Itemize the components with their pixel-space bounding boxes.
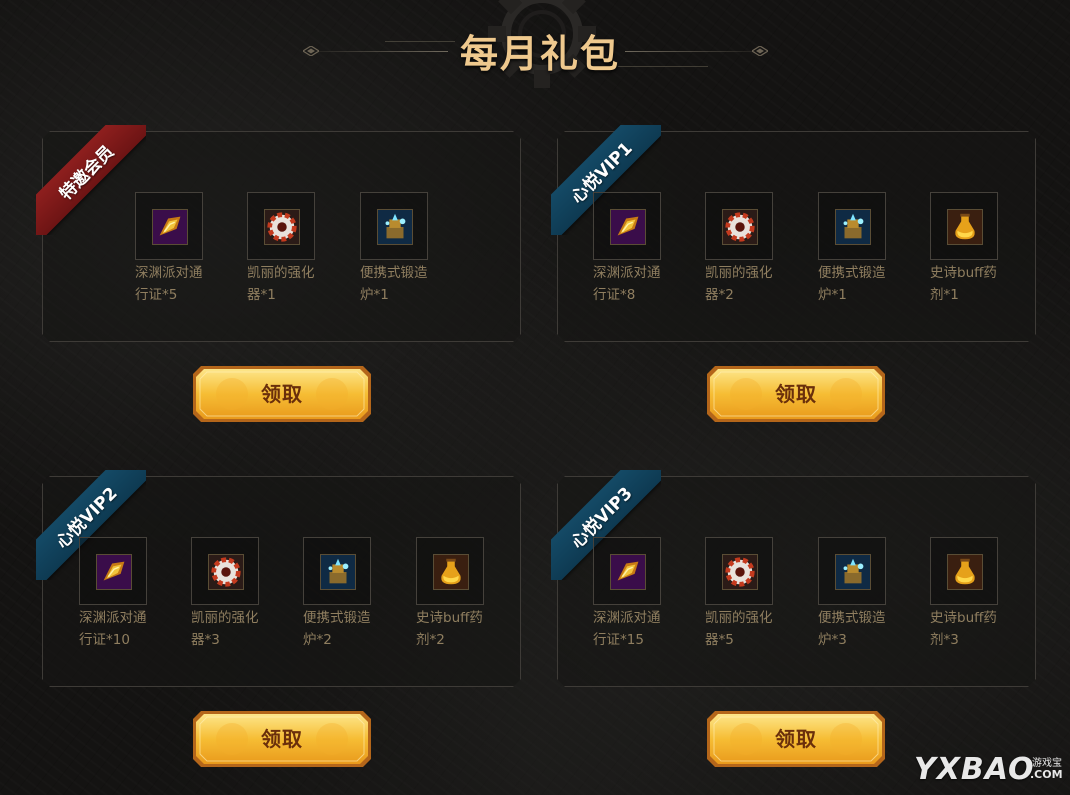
claim-button-label: 领取 — [261, 382, 303, 406]
portable-forge-icon — [835, 209, 871, 245]
item-name: 深渊派对通行证*8 — [593, 265, 661, 303]
item-name: 凯丽的强化器*5 — [705, 610, 773, 648]
site-watermark: YXBAO 游戏宝 .COM — [912, 748, 1070, 792]
tier-label: 特邀会员 — [36, 125, 146, 235]
epic-buff-potion-icon — [947, 209, 983, 245]
item-name: 凯丽的强化器*3 — [191, 610, 259, 648]
reward-item: 凯丽的强化器*3 — [191, 537, 271, 648]
item-name: 便携式锻造炉*1 — [360, 265, 428, 303]
kelly-amplifier-icon — [264, 209, 300, 245]
reward-item: 便携式锻造炉*1 — [818, 192, 898, 303]
abyss-pass-icon — [610, 209, 646, 245]
claim-button[interactable]: 领取 — [706, 365, 886, 423]
claim-button[interactable]: 领取 — [706, 710, 886, 768]
reward-item: 便携式锻造炉*2 — [303, 537, 383, 648]
tier-ribbon: 特邀会员 — [36, 125, 146, 235]
item-slot[interactable] — [247, 192, 315, 260]
diamond-ornament-left-icon — [303, 46, 319, 56]
item-slot[interactable] — [135, 192, 203, 260]
epic-buff-potion-icon — [947, 554, 983, 590]
item-slot[interactable] — [360, 192, 428, 260]
reward-item: 史诗buff药剂*3 — [930, 537, 1010, 648]
item-slot[interactable] — [818, 537, 886, 605]
item-slot[interactable] — [930, 192, 998, 260]
item-name: 史诗buff药剂*2 — [416, 610, 483, 648]
reward-item: 便携式锻造炉*3 — [818, 537, 898, 648]
kelly-amplifier-icon — [722, 554, 758, 590]
item-name: 深渊派对通行证*10 — [79, 610, 147, 648]
item-name: 便携式锻造炉*3 — [818, 610, 886, 648]
item-name: 史诗buff药剂*1 — [930, 265, 997, 303]
abyss-pass-icon — [610, 554, 646, 590]
reward-item: 凯丽的强化器*2 — [705, 192, 785, 303]
title-divider-left — [318, 51, 448, 52]
reward-item: 深渊派对通行证*8 — [593, 192, 673, 303]
abyss-pass-icon — [152, 209, 188, 245]
item-slot[interactable] — [79, 537, 147, 605]
item-name: 史诗buff药剂*3 — [930, 610, 997, 648]
portable-forge-icon — [835, 554, 871, 590]
reward-item: 凯丽的强化器*5 — [705, 537, 785, 648]
item-slot[interactable] — [930, 537, 998, 605]
page-title: 每月礼包 — [459, 32, 620, 76]
epic-buff-potion-icon — [433, 554, 469, 590]
reward-item: 史诗buff药剂*1 — [930, 192, 1010, 303]
reward-item: 深渊派对通行证*10 — [79, 537, 159, 648]
item-slot[interactable] — [705, 537, 773, 605]
item-slot[interactable] — [303, 537, 371, 605]
portable-forge-icon — [320, 554, 356, 590]
item-slot[interactable] — [818, 192, 886, 260]
item-slot[interactable] — [416, 537, 484, 605]
reward-item: 深渊派对通行证*5 — [135, 192, 215, 303]
item-slot[interactable] — [593, 537, 661, 605]
claim-button[interactable]: 领取 — [192, 710, 372, 768]
item-name: 深渊派对通行证*15 — [593, 610, 661, 648]
reward-item: 凯丽的强化器*1 — [247, 192, 327, 303]
item-name: 便携式锻造炉*2 — [303, 610, 371, 648]
item-name: 凯丽的强化器*2 — [705, 265, 773, 303]
kelly-amplifier-icon — [208, 554, 244, 590]
claim-button-label: 领取 — [775, 727, 817, 751]
diamond-ornament-right-icon — [752, 46, 768, 56]
watermark-domain: .COM — [1030, 768, 1063, 781]
reward-item: 便携式锻造炉*1 — [360, 192, 440, 303]
reward-item: 深渊派对通行证*15 — [593, 537, 673, 648]
item-name: 凯丽的强化器*1 — [247, 265, 315, 303]
claim-button[interactable]: 领取 — [192, 365, 372, 423]
item-name: 便携式锻造炉*1 — [818, 265, 886, 303]
watermark-sub: 游戏宝 — [1032, 758, 1062, 769]
kelly-amplifier-icon — [722, 209, 758, 245]
item-name: 深渊派对通行证*5 — [135, 265, 203, 303]
watermark-brand: YXBAO — [914, 752, 1035, 787]
item-slot[interactable] — [191, 537, 259, 605]
item-slot[interactable] — [593, 192, 661, 260]
reward-item: 史诗buff药剂*2 — [416, 537, 496, 648]
claim-button-label: 领取 — [261, 727, 303, 751]
claim-button-label: 领取 — [775, 382, 817, 406]
abyss-pass-icon — [96, 554, 132, 590]
title-divider-right — [625, 51, 755, 52]
portable-forge-icon — [377, 209, 413, 245]
item-slot[interactable] — [705, 192, 773, 260]
